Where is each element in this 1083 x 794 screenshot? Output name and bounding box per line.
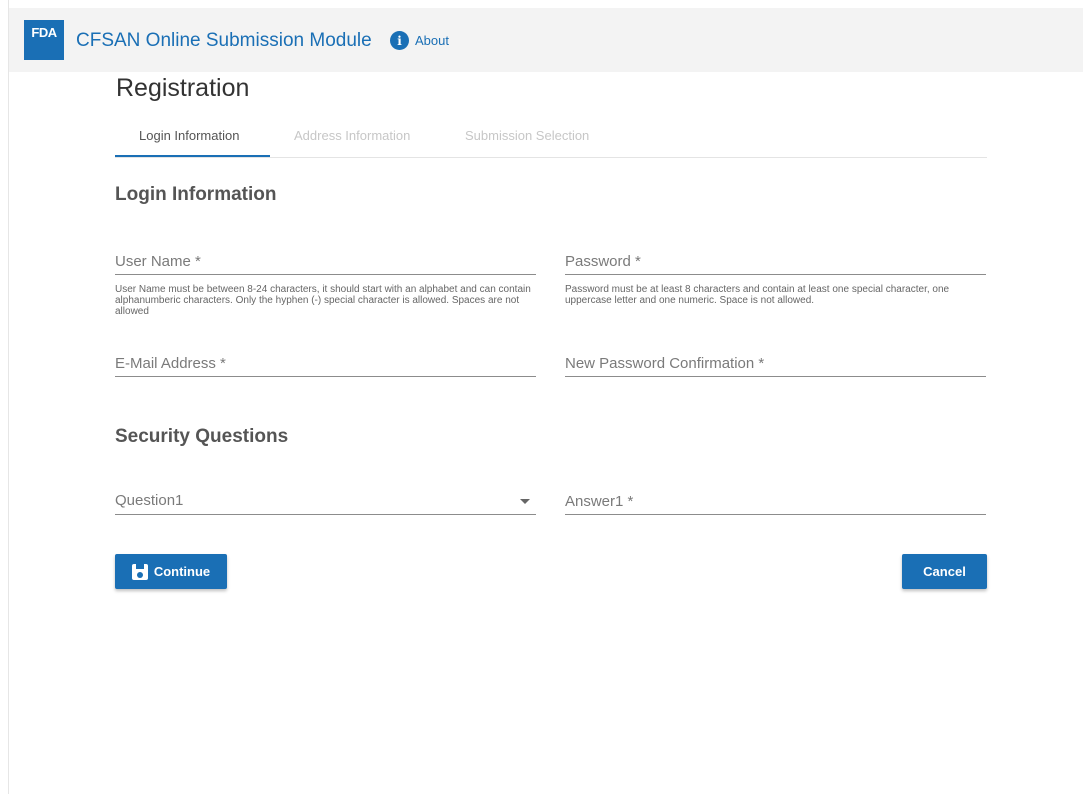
fda-logo: FDA [24,20,64,60]
password-confirm-input[interactable] [565,351,986,375]
app-header: FDA CFSAN Online Submission Module i Abo… [9,8,1083,72]
question-select[interactable]: Question1 [115,489,536,515]
password-confirm-field [565,351,986,377]
password-input[interactable] [565,249,986,273]
window-left-edge [0,0,9,794]
username-input[interactable] [115,249,536,273]
password-hint: Password must be at least 8 characters a… [565,284,950,306]
window-top-edge [0,0,1083,8]
tab-login-information[interactable]: Login Information [139,128,239,143]
answer-field [565,489,986,515]
question-select-value: Question1 [115,492,184,509]
username-field [115,249,536,275]
answer-input[interactable] [565,489,986,513]
page-title: Registration [116,74,250,102]
continue-label: Continue [153,564,211,579]
login-section-title: Login Information [115,184,277,205]
username-hint: User Name must be between 8-24 character… [115,284,531,317]
save-icon [131,563,148,580]
app-title: CFSAN Online Submission Module [76,30,372,51]
password-field [565,249,986,275]
security-section-title: Security Questions [115,426,289,447]
email-field [115,351,536,377]
about-link[interactable]: About [415,33,449,48]
chevron-down-icon[interactable] [520,499,530,504]
tab-submission-selection[interactable]: Submission Selection [465,128,589,143]
info-icon[interactable]: i [390,31,409,50]
active-tab-indicator [115,155,270,157]
cancel-button[interactable]: Cancel [902,554,987,589]
continue-button[interactable]: Continue [115,554,227,589]
logo-text: FDA [31,25,57,40]
info-glyph: i [397,33,402,48]
cancel-label: Cancel [923,564,966,579]
tab-address-information[interactable]: Address Information [294,128,410,143]
email-input[interactable] [115,351,536,375]
registration-tabs: Login Information Address Information Su… [115,114,987,158]
